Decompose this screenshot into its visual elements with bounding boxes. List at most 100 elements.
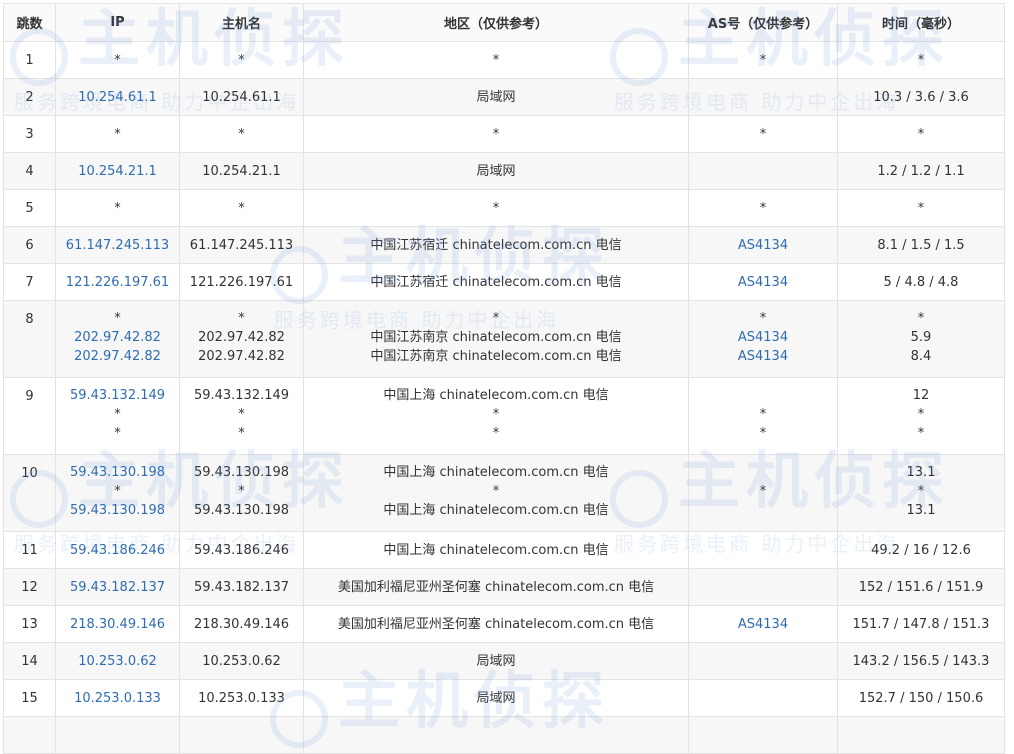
time-value: 13.1 [906,503,936,518]
hop-cell: 3 [3,115,56,153]
host-value: 61.147.245.113 [189,237,294,253]
time-cell: 1.2 / 1.2 / 1.1 [837,152,1005,190]
as-number-cell: * AS4134 AS4134 [688,300,838,378]
ip-value: * [114,311,121,326]
time-value: 151.7 / 147.8 / 151.3 [852,616,990,632]
hostname-cell: 10.253.0.62 [179,642,304,680]
ip-link[interactable]: 202.97.42.82 [56,328,179,347]
as-number-cell: AS4134 [688,263,838,301]
ip-link[interactable]: 10.253.0.62 [56,652,179,671]
table-row: 4 10.254.21.1 10.254.21.1 局域网 1.2 / 1.2 / 1.… [3,152,1005,190]
time-value: * [917,484,925,499]
time-value: * [917,126,925,142]
region-cell: 中国上海 chinatelecom.com.cn 电信 * * [303,377,689,455]
ip-link[interactable]: 59.43.132.149 [56,386,179,405]
as-number-cell: AS4134 [688,605,838,643]
traceroute-table: 跳数 IP 主机名 地区（仅供参考） AS号（仅供参考） 时间（毫秒） 1 * * *… [3,3,1005,754]
region-value: 局域网 [476,163,516,179]
as-value [689,88,837,107]
ip-value: * [114,407,121,422]
table-row: 6 61.147.245.113 61.147.245.113 中国江苏宿迁 chin… [3,226,1005,264]
table-row: 13 218.30.49.146 218.30.49.146 美国加利福尼亚州圣何塞 … [3,605,1005,643]
host-value: 10.254.61.1 [202,89,281,105]
as-number-cell [688,679,838,717]
table-row: 14 10.253.0.62 10.253.0.62 局域网 143.2 / 156.5… [3,642,1005,680]
ip-link[interactable]: 10.253.0.133 [56,689,179,708]
hostname-cell: * [179,115,304,153]
region-cell: 局域网 [303,642,689,680]
ip-value: * [114,484,121,499]
ip-link[interactable]: 202.97.42.82 [56,347,179,366]
as-number-cell [688,152,838,190]
ip-link[interactable]: 121.226.197.61 [56,273,179,292]
host-value: * [238,200,245,216]
region-value [304,726,688,745]
time-value: 152.7 / 150 / 150.6 [858,690,984,706]
hop-cell: 15 [3,679,56,717]
host-value: 202.97.42.82 [198,330,285,345]
ip-link[interactable]: 10.254.21.1 [56,162,179,181]
region-cell [303,716,689,754]
host-value: * [238,52,245,68]
host-value: * [238,126,245,142]
time-value: 152 / 151.6 / 151.9 [858,579,984,595]
ip-value: * [114,52,121,68]
header-as-number: AS号（仅供参考） [688,3,838,42]
region-cell: 局域网 [303,679,689,717]
host-value: 59.43.130.198 [193,503,290,518]
ip-cell: 10.254.61.1 [55,78,180,116]
hop-cell: 6 [3,226,56,264]
as-link[interactable]: AS4134 [689,328,837,347]
hop-cell: 13 [3,605,56,643]
as-number-cell: AS4134 [688,226,838,264]
region-value: * [492,311,500,326]
as-value [689,463,837,482]
as-value: * [759,484,767,499]
ip-cell: * 202.97.42.82 202.97.42.82 [55,300,180,378]
region-value: 中国江苏宿迁 chinatelecom.com.cn 电信 [370,237,622,253]
time-value: * [917,426,925,441]
header-hop: 跳数 [3,3,56,42]
region-value: 美国加利福尼亚州圣何塞 chinatelecom.com.cn 电信 [337,579,655,595]
ip-link[interactable]: 59.43.186.246 [56,541,179,560]
as-value: * [759,311,767,326]
region-cell: * [303,115,689,153]
as-link[interactable]: AS4134 [689,615,837,634]
hop-cell: 14 [3,642,56,680]
ip-link[interactable]: 59.43.182.137 [56,578,179,597]
region-value: 中国上海 chinatelecom.com.cn 电信 [383,503,609,518]
hop-cell: 1 [3,41,56,79]
host-value: 218.30.49.146 [193,616,290,632]
as-link[interactable]: AS4134 [689,236,837,255]
hop-cell: 11 [3,531,56,569]
ip-link[interactable]: 59.43.130.198 [56,501,179,520]
ip-cell: 121.226.197.61 [55,263,180,301]
as-link[interactable]: AS4134 [689,273,837,292]
as-value: * [759,52,767,68]
ip-link[interactable]: 10.254.61.1 [56,88,179,107]
time-value: 49.2 / 16 / 12.6 [871,542,971,558]
host-value: 10.253.0.133 [198,690,285,706]
region-cell: 中国江苏宿迁 chinatelecom.com.cn 电信 [303,226,689,264]
ip-cell: 59.43.130.198 * 59.43.130.198 [55,454,180,532]
ip-cell [55,716,180,754]
region-cell: * 中国江苏南京 chinatelecom.com.cn 电信 中国江苏南京 chi… [303,300,689,378]
time-cell: * 5.9 8.4 [837,300,1005,378]
as-number-cell [688,78,838,116]
as-link[interactable]: AS4134 [689,347,837,366]
table-header-row: 跳数 IP 主机名 地区（仅供参考） AS号（仅供参考） 时间（毫秒） [3,3,1005,42]
hop-cell: 5 [3,189,56,227]
time-cell: * [837,189,1005,227]
hostname-cell: 59.43.130.198 * 59.43.130.198 [179,454,304,532]
ip-link[interactable]: 61.147.245.113 [56,236,179,255]
table-row: 7 121.226.197.61 121.226.197.61 中国江苏宿迁 chin… [3,263,1005,301]
ip-link[interactable]: 59.43.130.198 [56,463,179,482]
region-value: * [492,126,500,142]
hostname-cell: 10.253.0.133 [179,679,304,717]
hop-cell: 4 [3,152,56,190]
time-cell: 8.1 / 1.5 / 1.5 [837,226,1005,264]
as-number-cell: * * [688,377,838,455]
time-value: 1.2 / 1.2 / 1.1 [877,163,965,179]
time-value: 8.4 [910,349,932,364]
ip-link[interactable]: 218.30.49.146 [56,615,179,634]
